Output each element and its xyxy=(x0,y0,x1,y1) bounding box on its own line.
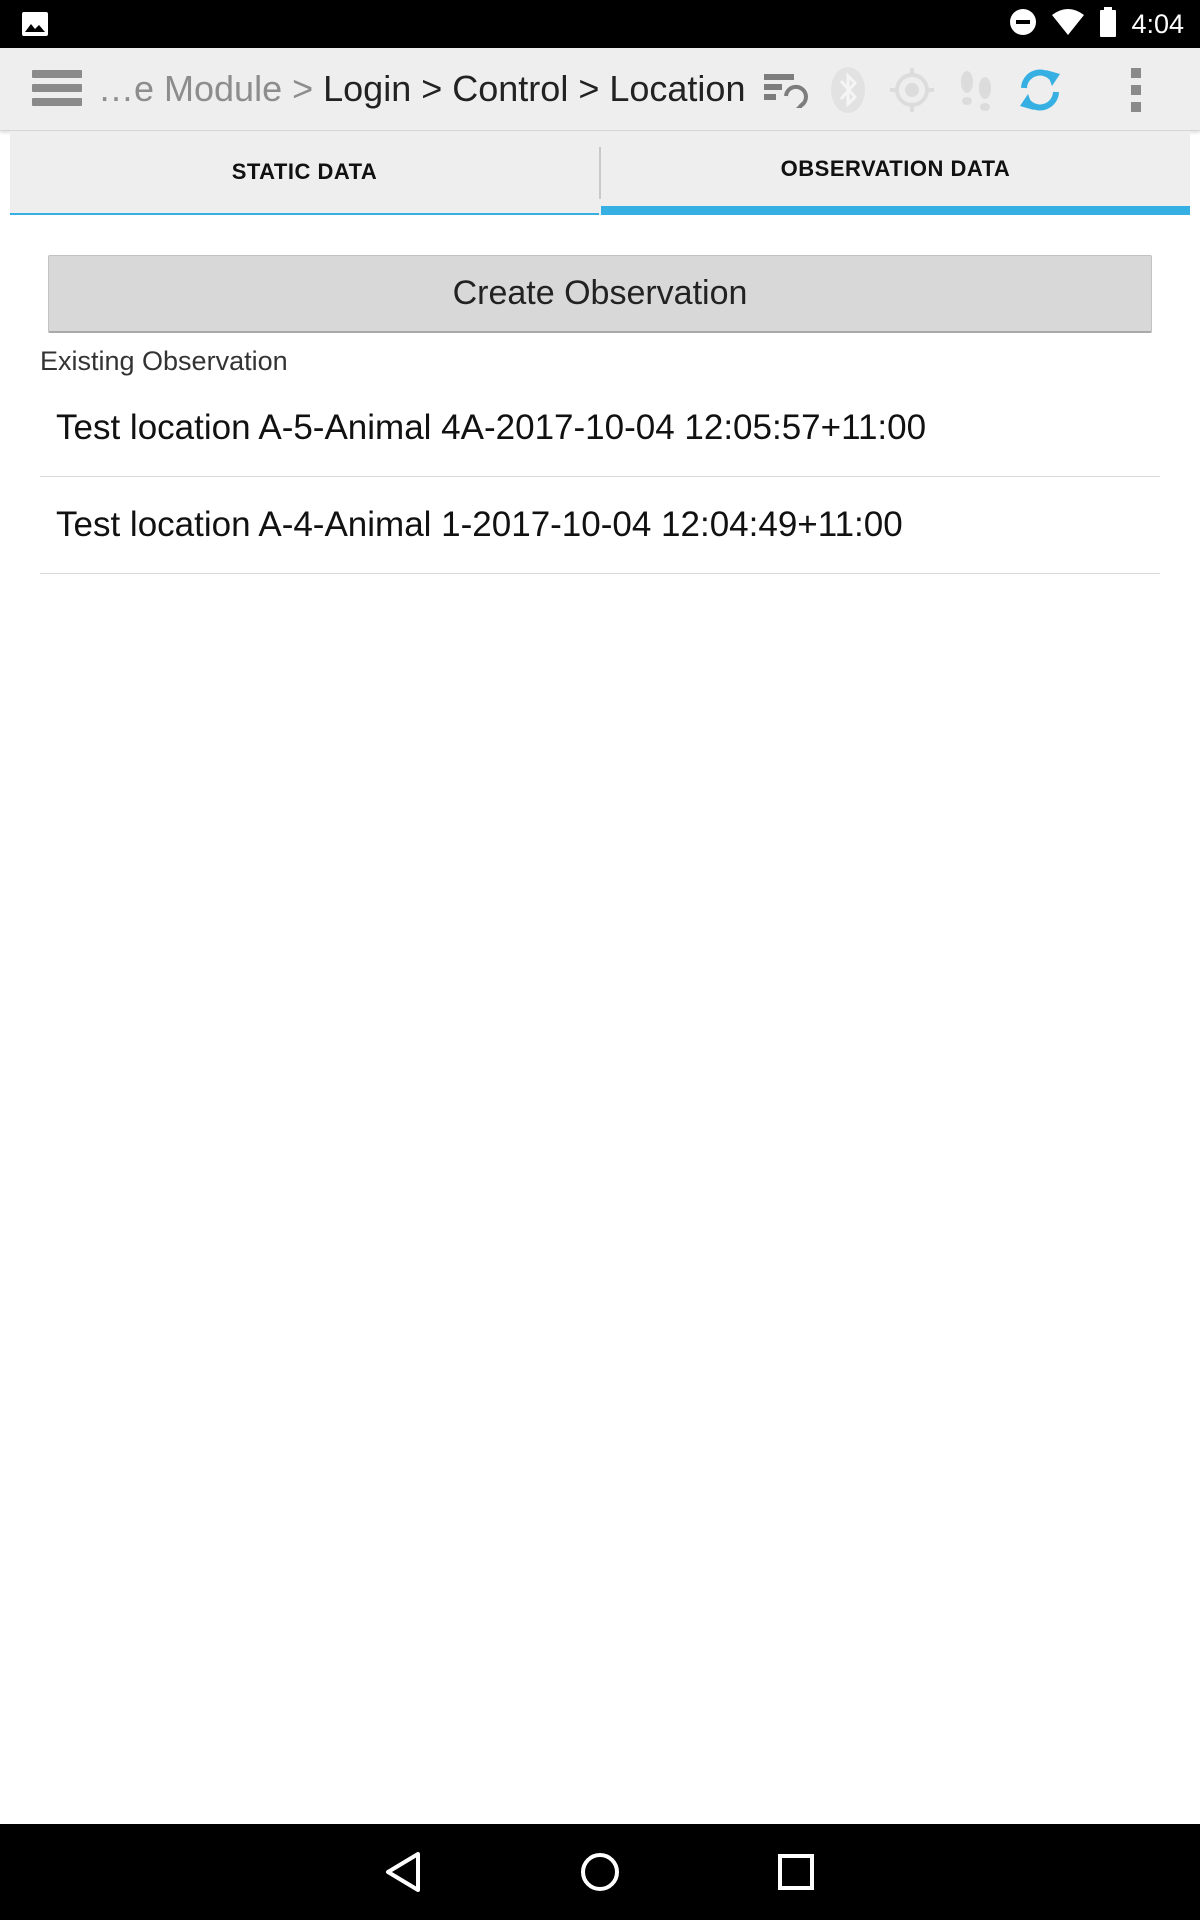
clock: 4:04 xyxy=(1131,8,1184,39)
existing-observation-label: Existing Observation xyxy=(40,346,288,376)
refresh-icon[interactable] xyxy=(1016,66,1064,114)
breadcrumb-truncated[interactable]: …e Module xyxy=(98,68,282,110)
observation-list-item[interactable]: Test location A-4-Animal 1-2017-10-04 12… xyxy=(40,477,1160,574)
tab-bar: STATIC DATA OBSERVATION DATA xyxy=(10,131,1190,215)
navigation-bar xyxy=(0,1824,1200,1920)
recents-icon[interactable] xyxy=(772,1848,820,1896)
wifi-icon xyxy=(1051,8,1085,41)
breadcrumb-separator: > xyxy=(421,68,443,109)
image-icon xyxy=(22,12,48,41)
status-bar: 4:04 xyxy=(0,0,1200,48)
tab-static-data-label: STATIC DATA xyxy=(231,159,378,184)
breadcrumb-item-control[interactable]: Control xyxy=(452,68,568,110)
breadcrumb-separator: > xyxy=(292,68,314,109)
breadcrumb-separator: > xyxy=(578,68,600,109)
battery-icon xyxy=(1099,6,1117,42)
footsteps-icon[interactable] xyxy=(952,66,1000,114)
menu-icon[interactable] xyxy=(32,70,82,110)
gps-icon[interactable] xyxy=(888,66,936,114)
overflow-menu-icon[interactable] xyxy=(1112,66,1160,114)
tab-observation-data[interactable]: OBSERVATION DATA xyxy=(601,131,1190,215)
bluetooth-icon[interactable] xyxy=(824,66,872,114)
breadcrumb: …e Module > Login > Control > Location xyxy=(98,48,745,130)
create-observation-button[interactable]: Create Observation xyxy=(48,255,1152,333)
sync-list-icon[interactable] xyxy=(760,66,808,114)
do-not-disturb-icon xyxy=(1009,8,1037,41)
observation-list-item[interactable]: Test location A-5-Animal 4A-2017-10-04 1… xyxy=(40,380,1160,477)
back-icon[interactable] xyxy=(380,1848,428,1896)
action-bar: …e Module > Login > Control > Location xyxy=(0,48,1200,131)
home-icon[interactable] xyxy=(576,1848,624,1896)
status-icons: 4:04 xyxy=(1009,0,1184,48)
breadcrumb-item-location: Location xyxy=(609,68,746,109)
tab-observation-data-label: OBSERVATION DATA xyxy=(780,155,1011,181)
observation-list: Test location A-5-Animal 4A-2017-10-04 1… xyxy=(40,380,1160,574)
breadcrumb-item-login[interactable]: Login xyxy=(323,68,411,110)
tab-static-data[interactable]: STATIC DATA xyxy=(10,131,599,215)
